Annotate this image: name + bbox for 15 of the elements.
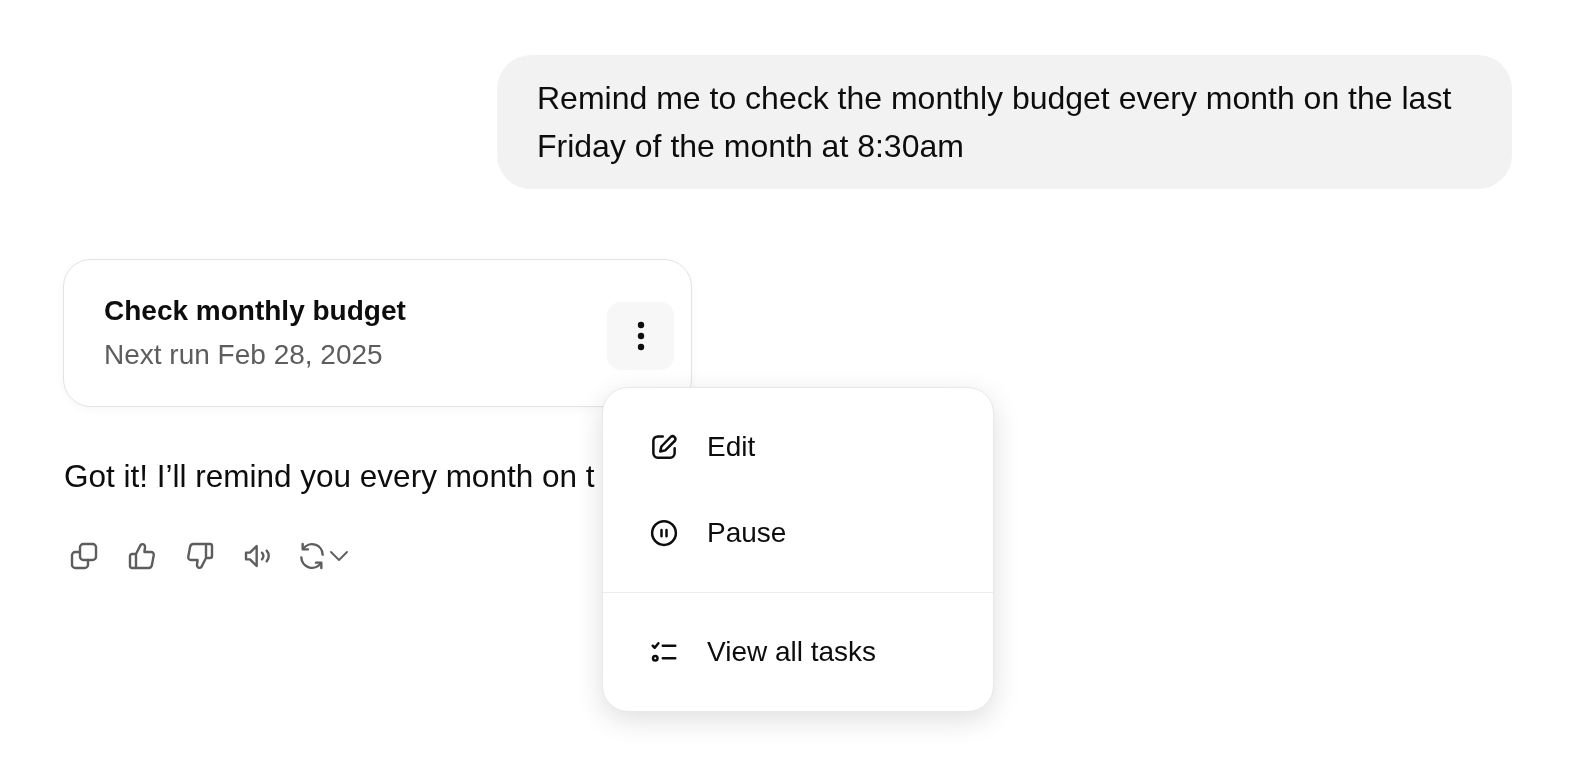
user-message-text: Remind me to check the monthly budget every month on the last Friday of the month at 8:30am: [537, 79, 1453, 166]
copy-icon: [68, 540, 100, 572]
vertical-dots-icon: [636, 320, 645, 351]
pencil-square-icon: [649, 432, 679, 462]
task-title: Check monthly budget: [104, 294, 406, 328]
thumbs-up-icon: [126, 540, 158, 572]
assistant-message-text: Got it! I’ll remind you every month on t: [64, 457, 595, 496]
pause-icon: [649, 518, 679, 548]
next-run-text: Next run Feb 28, 2025: [104, 338, 384, 372]
more-options-button[interactable]: [607, 301, 674, 370]
thumbs-down-icon: [184, 540, 216, 572]
menu-item[interactable]: Edit: [603, 404, 993, 490]
menu-item[interactable]: View all tasks: [603, 609, 993, 695]
caret-icon: [330, 551, 348, 561]
menu-item[interactable]: Pause: [603, 490, 993, 576]
